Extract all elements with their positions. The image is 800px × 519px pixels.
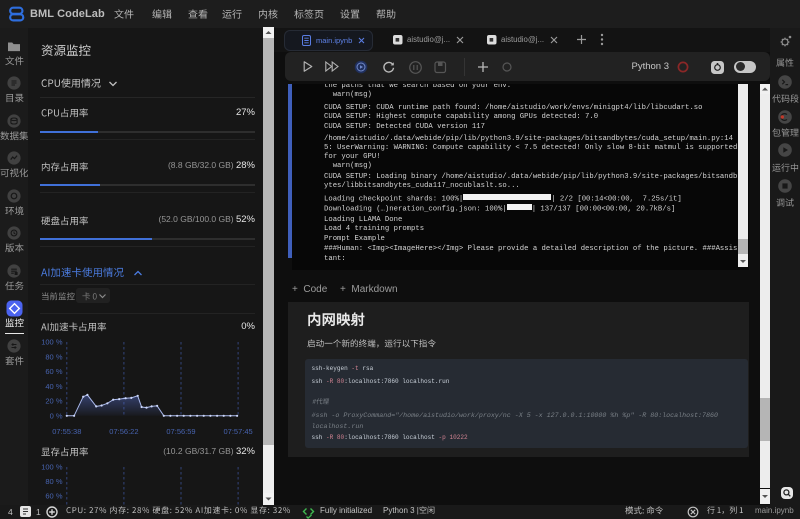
svg-text:80 %: 80 % bbox=[45, 477, 62, 486]
svg-text:07:57:45: 07:57:45 bbox=[223, 427, 252, 436]
svg-text:07:56:22: 07:56:22 bbox=[109, 427, 138, 436]
svg-text:100 %: 100 % bbox=[41, 338, 63, 347]
svg-text:0 %: 0 % bbox=[50, 412, 63, 421]
svg-text:07:56:59: 07:56:59 bbox=[166, 427, 195, 436]
svg-text:60 %: 60 % bbox=[45, 367, 62, 376]
svg-text:07:55:38: 07:55:38 bbox=[52, 427, 81, 436]
svg-text:60 %: 60 % bbox=[45, 491, 62, 500]
svg-text:40 %: 40 % bbox=[45, 382, 62, 391]
svg-text:100 %: 100 % bbox=[41, 463, 63, 472]
svg-text:80 %: 80 % bbox=[45, 353, 62, 362]
svg-text:20 %: 20 % bbox=[45, 397, 62, 406]
